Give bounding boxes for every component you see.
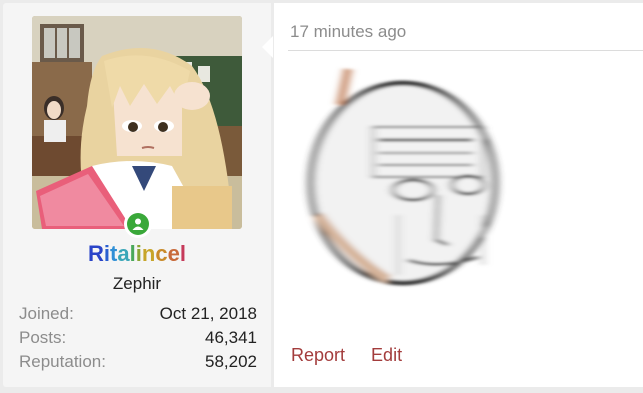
username-letter: n	[141, 241, 156, 266]
avatar-image	[32, 16, 242, 229]
stat-joined: Joined: Oct 21, 2018	[19, 302, 257, 326]
message-post: Ritalincel Zephir Joined: Oct 21, 2018 P…	[0, 0, 643, 393]
stat-label: Posts:	[19, 328, 67, 347]
stat-label: Joined:	[19, 304, 74, 323]
edit-link[interactable]: Edit	[371, 345, 402, 365]
user-info-panel: Ritalincel Zephir Joined: Oct 21, 2018 P…	[3, 3, 271, 387]
stat-value: 46,341	[205, 328, 257, 347]
username-letter: e	[167, 241, 180, 266]
stat-value: Oct 21, 2018	[159, 304, 257, 323]
report-link[interactable]: Report	[291, 345, 345, 365]
user-avatar[interactable]	[32, 16, 242, 229]
user-stats: Joined: Oct 21, 2018 Posts: 46,341 Reput…	[19, 302, 257, 374]
message-pointer-arrow	[262, 36, 273, 58]
username[interactable]: Ritalincel	[3, 241, 271, 267]
stat-label: Reputation:	[19, 352, 106, 371]
posted-image[interactable]	[288, 65, 514, 290]
user-title: Zephir	[112, 274, 162, 293]
post-actions: Report Edit	[291, 345, 423, 366]
divider	[288, 50, 643, 51]
stat-value: 58,202	[205, 352, 257, 371]
username-letter: l	[179, 241, 186, 266]
stat-reputation: Reputation: 58,202	[19, 350, 257, 374]
online-status-badge	[124, 210, 152, 238]
post-timestamp[interactable]: 17 minutes ago	[290, 22, 406, 42]
blurred-face-sketch-image	[288, 65, 514, 290]
username-letter: R	[88, 241, 104, 266]
username-letter: c	[155, 241, 168, 266]
stat-posts: Posts: 46,341	[19, 326, 257, 350]
user-online-icon	[127, 213, 149, 235]
message-body: 17 minutes ago Report Edit	[274, 3, 643, 387]
username-letter: a	[117, 241, 130, 266]
